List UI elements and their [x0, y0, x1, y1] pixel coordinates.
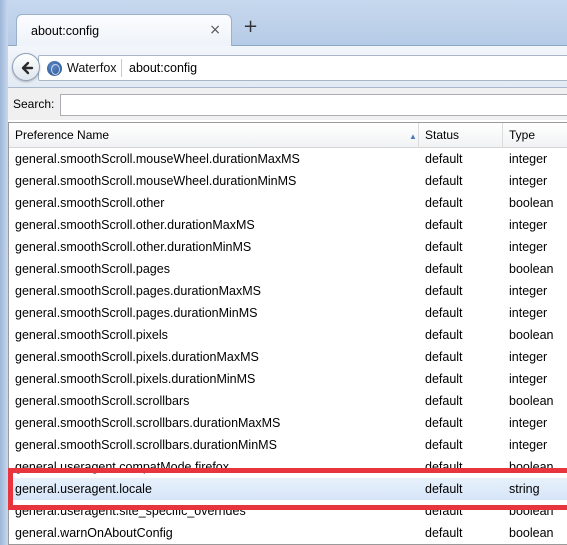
- pref-type: integer: [509, 306, 548, 320]
- search-input[interactable]: [60, 94, 567, 116]
- pref-name: general.smoothScroll.other.durationMinMS: [15, 240, 252, 254]
- table-header: Preference Name ▲ Status Type: [9, 123, 567, 148]
- search-label: Search:: [13, 97, 55, 111]
- tab-about-config[interactable]: about:config ×: [16, 14, 232, 47]
- pref-name: general.smoothScroll.pixels.durationMaxM…: [15, 350, 259, 364]
- table-row-selected[interactable]: general.useragent.locale default string: [9, 478, 567, 500]
- pref-name: general.smoothScroll.pages.durationMaxMS: [15, 284, 261, 298]
- pref-name: general.smoothScroll.pixels: [15, 328, 168, 342]
- pref-name: general.useragent.locale: [15, 482, 152, 496]
- identity-label: Waterfox: [67, 61, 117, 75]
- pref-status: default: [425, 174, 463, 188]
- pref-status: default: [425, 284, 463, 298]
- pref-type: string: [509, 482, 540, 496]
- pref-status: default: [425, 460, 463, 474]
- pref-name: general.smoothScroll.mouseWheel.duration…: [15, 152, 300, 166]
- column-header-status[interactable]: Status: [419, 123, 503, 148]
- sort-ascending-icon: ▲: [409, 132, 417, 141]
- pref-type: boolean: [509, 504, 554, 518]
- table-row[interactable]: general.useragent.compatMode.firefox defa…: [9, 456, 567, 478]
- pref-status: default: [425, 416, 463, 430]
- pref-status: default: [425, 372, 463, 386]
- table-row[interactable]: general.smoothScroll.mouseWheel.duration…: [9, 148, 567, 170]
- table-row[interactable]: general.smoothScroll.other default boolean: [9, 192, 567, 214]
- close-icon[interactable]: ×: [209, 22, 221, 38]
- table-row[interactable]: general.smoothScroll.pixels default boolea…: [9, 324, 567, 346]
- pref-type: integer: [509, 438, 548, 452]
- url-text[interactable]: about:config: [129, 61, 197, 75]
- pref-type: boolean: [509, 196, 554, 210]
- column-label-status: Status: [425, 128, 460, 142]
- pref-type: integer: [509, 218, 548, 232]
- table-row[interactable]: general.smoothScroll.other.durationMaxMS…: [9, 214, 567, 236]
- pref-name: general.smoothScroll.mouseWheel.duration…: [15, 174, 297, 188]
- pref-status: default: [425, 196, 463, 210]
- pref-name: general.useragent.compatMode.firefox: [15, 460, 230, 474]
- table-row[interactable]: general.smoothScroll.scrollbars default bo…: [9, 390, 567, 412]
- pref-status: default: [425, 152, 463, 166]
- pref-type: boolean: [509, 328, 554, 342]
- pref-status: default: [425, 526, 463, 540]
- pref-status: default: [425, 262, 463, 276]
- pref-name: general.useragent.site_specific_override…: [15, 504, 246, 518]
- pref-type: integer: [509, 372, 548, 386]
- tab-strip: about:config × +: [0, 0, 567, 47]
- pref-type: boolean: [509, 460, 554, 474]
- pref-status: default: [425, 504, 463, 518]
- pref-status: default: [425, 350, 463, 364]
- table-row[interactable]: general.smoothScroll.pixels.durationMaxM…: [9, 346, 567, 368]
- pref-status: default: [425, 394, 463, 408]
- table-row[interactable]: general.smoothScroll.mouseWheel.duration…: [9, 170, 567, 192]
- new-tab-button[interactable]: +: [243, 18, 258, 36]
- table-row[interactable]: general.smoothScroll.scrollbars.duration…: [9, 412, 567, 434]
- back-button[interactable]: [12, 53, 40, 81]
- navigation-bar: Waterfox about:config: [0, 46, 567, 88]
- pref-type: boolean: [509, 394, 554, 408]
- url-separator: [121, 59, 122, 77]
- globe-icon: [47, 61, 62, 76]
- pref-name: general.smoothScroll.other: [15, 196, 165, 210]
- column-header-type[interactable]: Type: [503, 123, 567, 148]
- search-row: Search:: [8, 88, 567, 120]
- table-row[interactable]: general.smoothScroll.scrollbars.duration…: [9, 434, 567, 456]
- pref-status: default: [425, 240, 463, 254]
- pref-name: general.smoothScroll.scrollbars.duration…: [15, 416, 281, 430]
- table-row[interactable]: general.smoothScroll.other.durationMinMS…: [9, 236, 567, 258]
- window-left-edge: [0, 0, 8, 545]
- table-row[interactable]: general.smoothScroll.pages default boolean: [9, 258, 567, 280]
- pref-name: general.warnOnAboutConfig: [15, 526, 173, 540]
- pref-name: general.smoothScroll.other.durationMaxMS: [15, 218, 255, 232]
- table-body: general.smoothScroll.mouseWheel.duration…: [9, 148, 567, 544]
- pref-name: general.smoothScroll.pixels.durationMinM…: [15, 372, 256, 386]
- pref-type: integer: [509, 174, 548, 188]
- pref-type: boolean: [509, 262, 554, 276]
- pref-status: default: [425, 306, 463, 320]
- pref-name: general.smoothScroll.scrollbars: [15, 394, 190, 408]
- column-label-name: Preference Name: [15, 128, 110, 142]
- pref-type: integer: [509, 152, 548, 166]
- pref-type: boolean: [509, 526, 554, 540]
- table-row[interactable]: general.smoothScroll.pages.durationMinMS…: [9, 302, 567, 324]
- table-row[interactable]: general.useragent.site_specific_override…: [9, 500, 567, 522]
- pref-type: integer: [509, 240, 548, 254]
- back-arrow-icon: [21, 61, 34, 75]
- pref-status: default: [425, 328, 463, 342]
- pref-status: default: [425, 438, 463, 452]
- pref-status: default: [425, 482, 463, 496]
- preferences-table: Preference Name ▲ Status Type general.sm…: [8, 122, 567, 545]
- tab-title: about:config: [31, 24, 100, 38]
- column-label-type: Type: [509, 128, 536, 142]
- url-bar[interactable]: Waterfox about:config: [38, 55, 567, 81]
- table-row[interactable]: general.smoothScroll.pixels.durationMinM…: [9, 368, 567, 390]
- pref-type: integer: [509, 350, 548, 364]
- table-row[interactable]: general.smoothScroll.pages.durationMaxMS…: [9, 280, 567, 302]
- pref-name: general.smoothScroll.pages.durationMinMS: [15, 306, 258, 320]
- pref-name: general.smoothScroll.pages: [15, 262, 170, 276]
- table-row[interactable]: general.warnOnAboutConfig default boolean: [9, 522, 567, 544]
- column-header-preference-name[interactable]: Preference Name: [9, 123, 419, 148]
- pref-type: integer: [509, 284, 548, 298]
- pref-name: general.smoothScroll.scrollbars.duration…: [15, 438, 277, 452]
- pref-type: integer: [509, 416, 548, 430]
- pref-status: default: [425, 218, 463, 232]
